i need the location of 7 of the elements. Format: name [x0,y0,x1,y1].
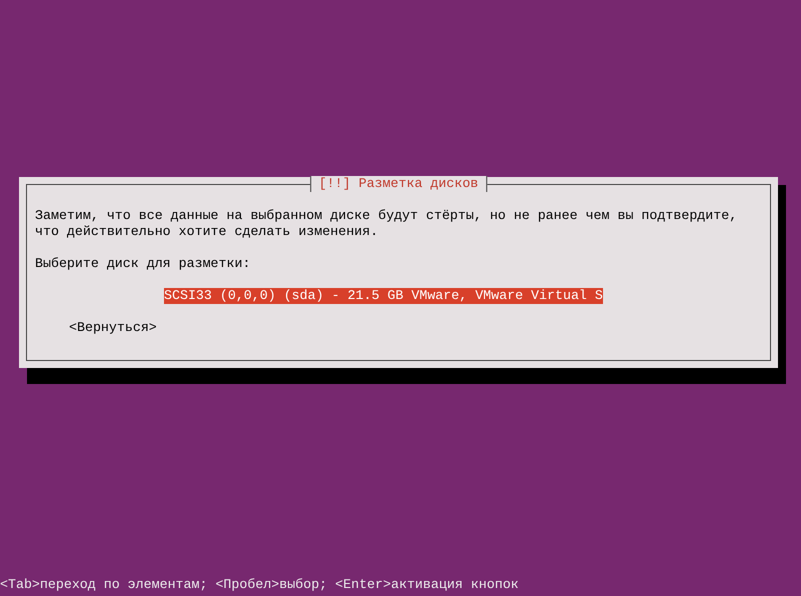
dialog-title: [!!] Разметка дисков [310,176,488,192]
message-text: что действительно хотите сделать изменения. [35,224,380,240]
back-button[interactable]: <Вернуться> [69,320,157,336]
message-text: Заметим, что все данные на выбранном диске будут стёрты, но не ранее чем вы подтвердите, [35,208,738,224]
prompt-text: Выберите диск для разметки: [35,256,252,272]
disk-option[interactable]: SCSI33 (0,0,0) (sda) - 21.5 GB VMware, VMware Virtual S [164,288,603,304]
key-hints-text: <Tab>переход по элементам; <Пробел>выбор; <Enter>активация кнопок [0,577,520,594]
